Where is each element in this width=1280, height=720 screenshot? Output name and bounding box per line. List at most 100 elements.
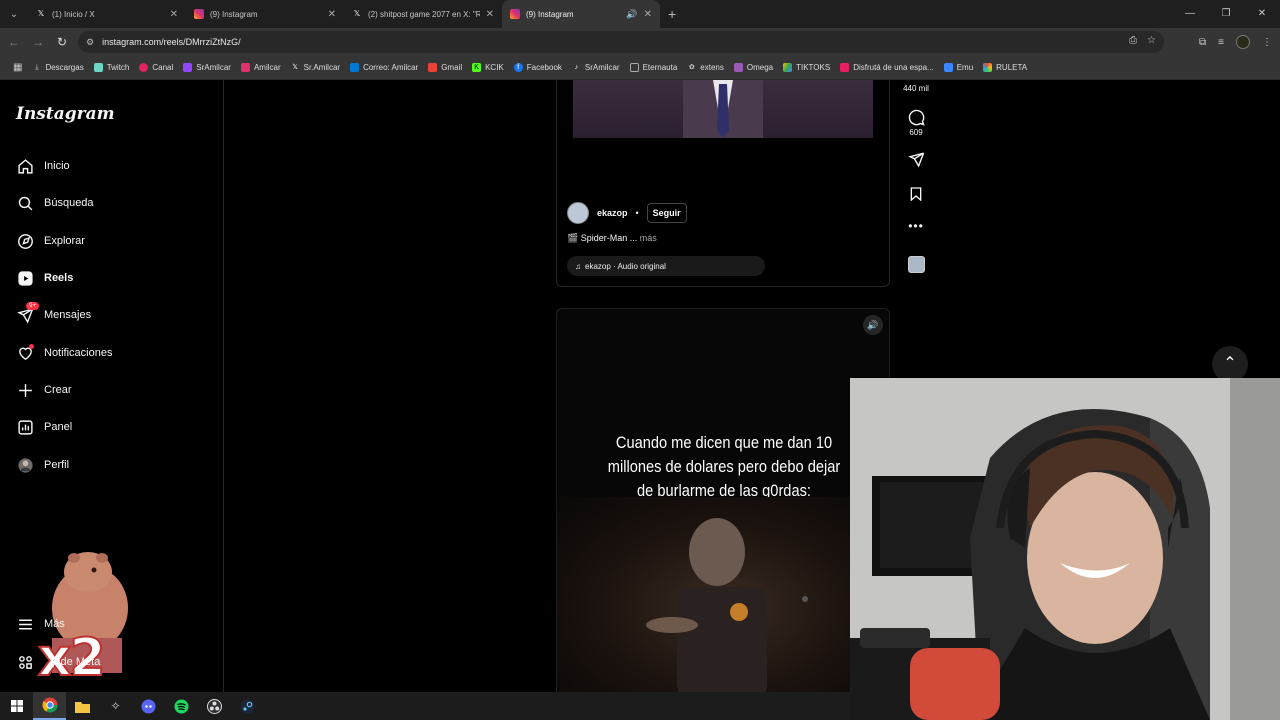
youtube-icon [139,63,149,72]
sidebar-item-explorar[interactable]: Explorar [16,226,85,256]
restore-icon[interactable]: ❐ [1208,0,1244,28]
sidebar-item-mas[interactable]: Más [16,609,65,639]
x-icon: 𝕏 [353,9,361,18]
windows-start-icon[interactable] [0,692,33,720]
forward-icon[interactable]: → [26,35,50,49]
install-app-icon[interactable]: ⎙ [1129,35,1137,46]
sidebar-item-panel[interactable]: Panel [16,412,72,442]
close-window-icon[interactable]: ✕ [1244,0,1280,28]
audio-thumbnail[interactable] [908,256,925,273]
file-explorer-icon[interactable] [66,692,99,720]
reload-icon[interactable]: ↻ [50,35,74,49]
comment-button[interactable] [900,109,932,128]
speaker-icon[interactable]: 🔊 [626,9,637,20]
extensions-icon[interactable]: ⧉ [1199,37,1206,48]
promo-icon [840,63,850,72]
bookmark-item[interactable]: Amilcar [236,63,286,72]
bookmark-item[interactable]: Omega [729,63,778,72]
outlook-icon [350,63,360,72]
reel-video-frame[interactable] [557,497,889,692]
apps-icon[interactable]: ▦ [8,62,27,73]
close-tab-icon[interactable]: ✕ [328,9,336,20]
close-tab-icon[interactable]: ✕ [170,9,178,20]
instagram-icon [240,63,250,72]
tab-search-menu[interactable]: ⌄ [0,0,28,28]
bookmark-icon [910,187,922,202]
instagram-logo[interactable]: Instagram [16,104,115,124]
more-options-icon[interactable]: ••• [900,219,932,233]
sidebar-item-mensajes[interactable]: 9+ Mensajes [16,300,91,330]
tab-instagram-1[interactable]: (9) Instagram ✕ [186,0,344,28]
author-avatar[interactable] [567,202,589,224]
tab-title: (9) Instagram [526,9,574,19]
x-icon: 𝕏 [292,64,298,71]
facebook-icon: f [513,63,523,72]
bookmarks-bar: ▦ ⤓ Descargas Twitch Canal SrAmilcar Amil… [0,56,1280,80]
comment-count: 609 [909,128,923,137]
steam-icon[interactable] [231,692,264,720]
unread-badge: 9+ [26,302,39,310]
sidebar-item-perfil[interactable]: Perfil [16,450,69,480]
bookmark-item[interactable]: Eternauta [625,63,683,72]
discord-icon[interactable] [132,692,165,720]
sidebar-item-reels[interactable]: Reels [16,263,73,293]
profile-avatar[interactable] [1236,35,1250,49]
audio-pill[interactable]: ♫ ekazop · Audio original [567,256,765,276]
chrome-menu-icon[interactable]: ⋮ [1262,37,1272,48]
drive-icon [783,63,793,72]
bookmark-item[interactable]: K KCIK [467,63,509,72]
bookmark-item[interactable]: ⤓ Descargas [27,63,88,72]
sidebar-item-notificaciones[interactable]: Notificaciones [16,338,112,368]
bookmark-item[interactable]: f Facebook [509,63,567,72]
close-tab-icon[interactable]: ✕ [486,9,494,20]
bookmark-item[interactable]: ✿ extens [682,63,729,72]
spotify-icon[interactable] [165,692,198,720]
reel-post-current[interactable]: 🔊 Cuando me dicen que me dan 10 millones… [556,308,890,692]
compass-icon [16,232,34,250]
window-controls: — ❐ ✕ [1172,0,1280,28]
close-tab-icon[interactable]: ✕ [644,9,652,20]
like-count: 440 mil [903,84,929,93]
follow-button[interactable]: Seguir [646,203,687,223]
tab-x-shitpost[interactable]: 𝕏 (2) shitpost game 2077 en X: "R ✕ [344,0,502,28]
back-icon[interactable]: ← [2,35,26,49]
tab-title: (9) Instagram [210,9,258,19]
tab-instagram-active[interactable]: (9) Instagram 🔊 ✕ [502,0,660,28]
volume-icon[interactable]: 🔊 [863,315,883,335]
bookmark-item[interactable]: Gmail [423,63,467,72]
bookmark-item[interactable]: Disfrutá de una espa... [835,63,939,72]
apps-grid-icon [16,653,34,671]
bookmark-item[interactable]: TIKTOKS [778,63,835,72]
author-username[interactable]: ekazop [597,208,628,218]
scroll-up-button[interactable]: ⌃ [1212,346,1248,382]
reel-video-thumbnail[interactable] [573,80,873,138]
bookmark-item[interactable]: 𝕏 Sr.Amilcar [286,63,345,72]
bookmark-item[interactable]: Emu [939,63,978,72]
bookmark-star-icon[interactable]: ☆ [1147,35,1156,46]
chrome-taskbar-icon[interactable] [33,692,66,720]
sidebar-item-busqueda[interactable]: Búsqueda [16,188,94,218]
bookmark-item[interactable]: Canal [134,63,178,72]
minimize-icon[interactable]: — [1172,0,1208,28]
bookmark-item[interactable]: RULETA [978,63,1032,72]
reading-list-icon[interactable]: ≡ [1218,37,1224,48]
bookmark-item[interactable]: Twitch [89,63,135,72]
instagram-icon [194,9,204,19]
twitch-purple-icon [183,63,193,72]
tab-x-inicio[interactable]: 𝕏 (1) Inicio / X ✕ [28,0,186,28]
bookmark-item[interactable]: SrAmilcar [178,63,236,72]
bookmark-item[interactable]: ♪ SrAmilcar [567,63,625,72]
site-info-icon[interactable]: ⚙ [86,37,94,48]
caption-more-link[interactable]: más [640,233,657,243]
app-icon[interactable]: ✧ [99,692,132,720]
sidebar-item-crear[interactable]: Crear [16,375,72,405]
obs-icon[interactable] [198,692,231,720]
url-bar[interactable]: ⚙ instagram.com/reels/DMrrziZtNzG/ ⎙ ☆ [78,31,1164,53]
sidebar-item-inicio[interactable]: Inicio [16,151,70,181]
share-button[interactable] [900,151,932,170]
new-tab-button[interactable]: + [660,6,684,22]
gmail-icon [428,63,438,72]
bookmark-item[interactable]: Correo: Amilcar [345,63,423,72]
sidebar-item-meta[interactable]: pide Meta [16,647,100,677]
save-button[interactable] [900,186,932,204]
